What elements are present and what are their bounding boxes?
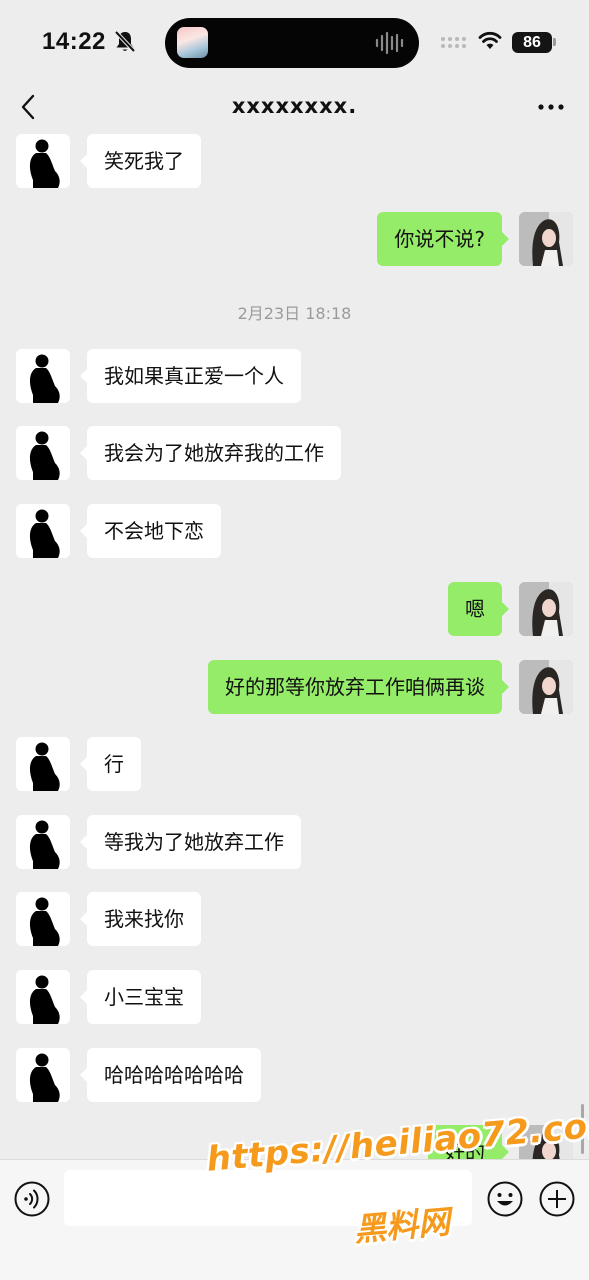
contact-avatar[interactable] [16, 349, 70, 403]
contact-avatar[interactable] [16, 737, 70, 791]
status-time: 14:22 [42, 28, 106, 55]
more-dots-icon[interactable] [536, 102, 566, 112]
my-avatar[interactable] [519, 660, 573, 714]
media-thumbnail [177, 27, 208, 58]
user-photo [519, 212, 573, 266]
cellular-signal-icon [441, 37, 466, 48]
status-bar: 14:22 86 [0, 0, 589, 82]
user-photo [519, 582, 573, 636]
watermark-name: 黑料网 [352, 1202, 452, 1249]
wifi-icon [478, 31, 502, 49]
message-list[interactable]: 笑死我了 你说不说? 2月23日 18:18 我如果真正爱一个人 我会为了她放弃… [0, 134, 589, 1159]
silhouette-icon [16, 349, 70, 403]
received-message[interactable]: 行 [80, 737, 141, 791]
input-bar [0, 1159, 589, 1280]
battery-level: 86 [512, 32, 552, 53]
sent-message[interactable]: 你说不说? [377, 212, 509, 266]
received-message[interactable]: 笑死我了 [80, 134, 201, 188]
silhouette-icon [16, 1048, 70, 1102]
my-avatar[interactable] [519, 582, 573, 636]
silhouette-icon [16, 815, 70, 869]
contact-avatar[interactable] [16, 504, 70, 558]
contact-avatar[interactable] [16, 892, 70, 946]
received-message[interactable]: 我如果真正爱一个人 [80, 349, 301, 403]
contact-avatar[interactable] [16, 1048, 70, 1102]
silhouette-icon [16, 737, 70, 791]
voice-icon[interactable] [13, 1180, 51, 1218]
chat-header: xxxxxxxx. [0, 82, 589, 134]
time-divider: 2月23日 18:18 [237, 304, 352, 323]
contact-avatar[interactable] [16, 134, 70, 188]
user-photo [519, 660, 573, 714]
my-avatar[interactable] [519, 212, 573, 266]
received-message[interactable]: 不会地下恋 [80, 504, 221, 558]
dynamic-island[interactable] [165, 18, 419, 68]
silhouette-icon [16, 892, 70, 946]
contact-avatar[interactable] [16, 970, 70, 1024]
received-message[interactable]: 哈哈哈哈哈哈哈 [80, 1048, 261, 1102]
silhouette-icon [16, 970, 70, 1024]
battery-tip [553, 38, 556, 46]
bell-slash-icon [114, 30, 136, 53]
received-message[interactable]: 小三宝宝 [80, 970, 201, 1024]
received-message[interactable]: 我会为了她放弃我的工作 [80, 426, 341, 480]
contact-avatar[interactable] [16, 815, 70, 869]
sent-message[interactable]: 嗯 [448, 582, 509, 636]
received-message[interactable]: 我来找你 [80, 892, 201, 946]
sent-message[interactable]: 好的那等你放弃工作咱俩再谈 [208, 660, 509, 714]
emoji-icon[interactable] [486, 1180, 524, 1218]
audio-waveform-icon [375, 31, 404, 55]
contact-avatar[interactable] [16, 426, 70, 480]
silhouette-icon [16, 504, 70, 558]
received-message[interactable]: 等我为了她放弃工作 [80, 815, 301, 869]
silhouette-icon [16, 134, 70, 188]
silhouette-icon [16, 426, 70, 480]
chat-title: xxxxxxxx. [231, 94, 358, 118]
plus-circle-icon[interactable] [538, 1180, 576, 1218]
